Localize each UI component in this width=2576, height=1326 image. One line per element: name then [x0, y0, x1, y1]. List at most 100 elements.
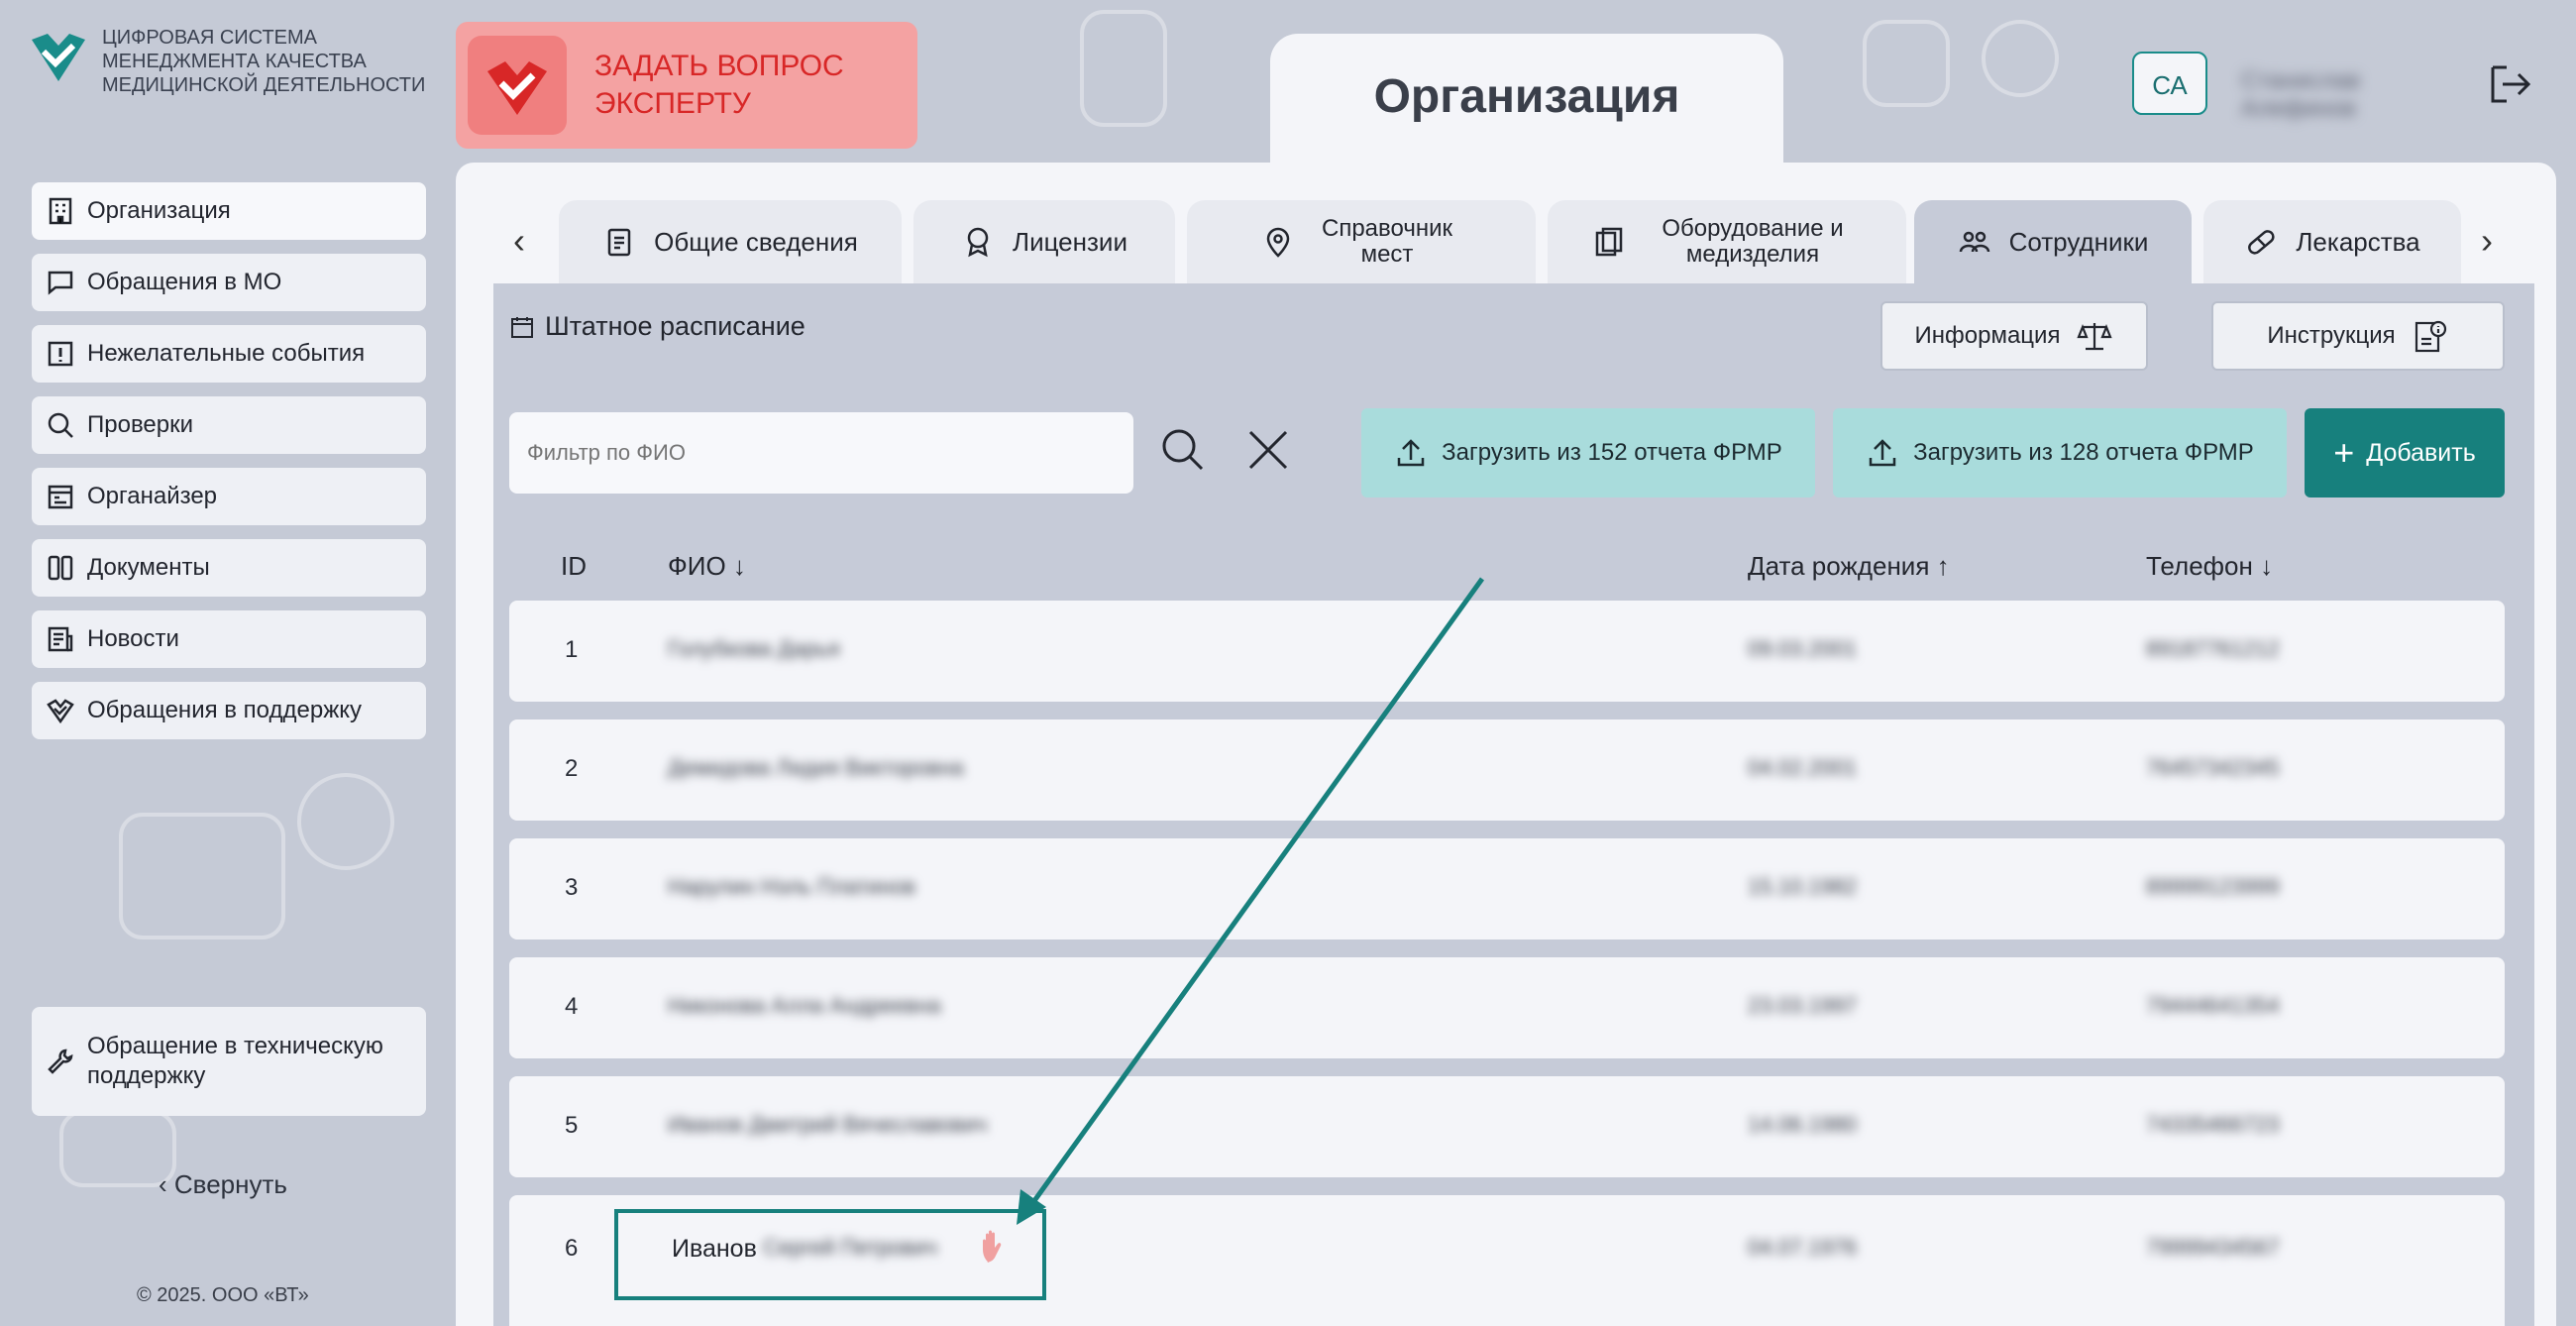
- add-label: Добавить: [2366, 438, 2476, 467]
- clipboard-icon: [607, 228, 631, 257]
- news-icon: [48, 626, 73, 652]
- row-phone: 89999123999: [2146, 874, 2280, 899]
- column-header-id: ID: [561, 551, 587, 581]
- calendar-icon: [511, 316, 533, 338]
- staff-schedule-link[interactable]: Штатное расписание: [509, 311, 805, 342]
- sidebar-item-support-appeals[interactable]: Обращения в поддержку: [32, 682, 426, 739]
- tab-label: Лицензии: [1013, 226, 1127, 257]
- row-id: 4: [565, 993, 579, 1020]
- sidebar-item-label: Обращения в поддержку: [87, 697, 363, 723]
- search-icon: [48, 412, 73, 438]
- calendar-icon: [48, 485, 73, 509]
- column-header-phone[interactable]: Телефон ↓: [2146, 551, 2273, 582]
- collapse-button[interactable]: ‹ Свернуть: [159, 1169, 287, 1200]
- row-dob: 09.03.2001: [1748, 636, 1858, 661]
- chat-icon: [48, 271, 73, 295]
- background-doodle: [297, 773, 394, 870]
- copyright: © 2025. ООО «ВТ»: [137, 1284, 309, 1306]
- row-fio: Никонова Алла Андреевна: [668, 993, 941, 1018]
- sidebar-item-label: Организация: [87, 197, 231, 224]
- scales-icon: [2077, 323, 2113, 351]
- document-info-icon: [2415, 320, 2446, 353]
- annotation-arrow: [1017, 577, 1485, 1225]
- row-phone: 79999434567: [2146, 1235, 2280, 1260]
- plus-icon: +: [2333, 432, 2355, 473]
- sidebar-item-label: Обращения в МО: [87, 269, 282, 295]
- info-button[interactable]: Информация: [1880, 301, 2148, 371]
- row-fio: Голубкова Дарья: [668, 636, 840, 661]
- tab-medicines[interactable]: Лекарства: [2203, 200, 2461, 283]
- tabs-scroll-right-icon[interactable]: ›: [2481, 220, 2493, 262]
- user-name: Станислав Алефинов: [2241, 67, 2361, 122]
- heart-check-icon: [47, 699, 74, 724]
- background-doodle: [1863, 20, 1950, 107]
- row-phone: 79444641354: [2146, 993, 2280, 1018]
- sidebar-item-appeals-mo[interactable]: Обращения в МО: [32, 254, 426, 311]
- fio-filter-input[interactable]: [509, 412, 1133, 494]
- instruction-label: Инструкция: [2267, 322, 2396, 349]
- table-row[interactable]: 4 Никонова Алла Андреевна 23.03.1997 794…: [509, 957, 2505, 1058]
- add-employee-button[interactable]: + Добавить: [2305, 408, 2505, 497]
- upload-152-label: Загрузить из 152 отчета ФРМР: [1442, 439, 1782, 466]
- row-fio: Нарулин Нэль Платинов: [668, 874, 915, 899]
- close-icon[interactable]: [1242, 424, 1294, 476]
- hand-icon: [983, 1230, 1002, 1263]
- row-id: 5: [565, 1112, 579, 1139]
- sidebar-item-organization[interactable]: Организация: [32, 182, 426, 240]
- tabs-scroll-left-icon[interactable]: ‹: [513, 220, 525, 262]
- heart-check-icon: [468, 36, 567, 135]
- alert-icon: [48, 341, 73, 367]
- sidebar-item-adverse-events[interactable]: Нежелательные события: [32, 325, 426, 383]
- sidebar-item-label: Новости: [87, 625, 179, 652]
- background-doodle: [119, 813, 285, 939]
- chevron-left-icon: ‹: [159, 1169, 174, 1199]
- sidebar-item-news[interactable]: Новости: [32, 610, 426, 668]
- users-icon: [1959, 231, 1989, 253]
- tab-general[interactable]: Общие сведения: [559, 200, 902, 283]
- row-dob: 04.02.2001: [1748, 755, 1858, 780]
- row-id: 6: [565, 1235, 579, 1262]
- row-id: 1: [565, 636, 579, 663]
- column-header-fio[interactable]: ФИО ↓: [668, 551, 746, 582]
- background-doodle: [1982, 20, 2059, 97]
- row-phone: 89187761212: [2146, 636, 2280, 661]
- sidebar-item-inspections[interactable]: Проверки: [32, 396, 426, 454]
- equipment-icon: [1595, 227, 1623, 257]
- logo-text: Цифровая система менеджмента качества ме…: [102, 27, 426, 96]
- sidebar-item-label: Нежелательные события: [87, 340, 366, 367]
- row-id: 2: [565, 755, 579, 782]
- upload-152-button[interactable]: Загрузить из 152 отчета ФРМР: [1361, 408, 1815, 497]
- search-icon[interactable]: [1157, 424, 1209, 476]
- sidebar-item-documents[interactable]: Документы: [32, 539, 426, 597]
- row-dob: 15.10.1982: [1748, 874, 1858, 899]
- avatar[interactable]: СА: [2132, 52, 2207, 115]
- pill-icon: [2248, 230, 2275, 255]
- documents-icon: [48, 555, 73, 581]
- sidebar-item-label: Органайзер: [87, 483, 218, 509]
- table-row[interactable]: 5 Иванов Дмитрий Вячеславович 14.06.1980…: [509, 1076, 2505, 1177]
- instruction-button[interactable]: Инструкция: [2211, 301, 2505, 371]
- ask-expert-button[interactable]: ЗАДАТЬ ВОПРОС ЭКСПЕРТУ: [456, 22, 917, 149]
- column-header-dob[interactable]: Дата рождения ↑: [1748, 551, 1950, 582]
- table-row[interactable]: 1 Голубкова Дарья 09.03.2001 89187761212: [509, 601, 2505, 702]
- row-phone: 74335466723: [2146, 1112, 2280, 1137]
- row-phone: 76457342345: [2146, 755, 2280, 780]
- table-row[interactable]: 3 Нарулин Нэль Платинов 15.10.1982 89999…: [509, 838, 2505, 939]
- collapse-label: Свернуть: [173, 1169, 287, 1199]
- tab-label: Лекарства: [2296, 226, 2420, 257]
- table-row[interactable]: 2 Демидова Лидия Викторовна 04.02.2001 7…: [509, 719, 2505, 821]
- tab-employees[interactable]: Сотрудники: [1914, 200, 2192, 283]
- wrench-icon: [48, 1049, 73, 1074]
- tab-equipment[interactable]: Оборудование и медизделия: [1548, 200, 1906, 283]
- sidebar-item-organizer[interactable]: Органайзер: [32, 468, 426, 525]
- sidebar-item-tech-support[interactable]: Обращение в техническую поддержку: [32, 1007, 426, 1116]
- tab-places[interactable]: Справочник мест: [1187, 200, 1536, 283]
- tab-label: Оборудование и медизделия: [1662, 215, 1844, 268]
- sidebar-item-label: Проверки: [87, 411, 194, 438]
- tab-licenses[interactable]: Лицензии: [913, 200, 1175, 283]
- page-title-tab: Организация: [1270, 34, 1783, 172]
- tab-label: Справочник мест: [1322, 215, 1452, 268]
- logout-icon[interactable]: [2485, 59, 2534, 109]
- upload-128-button[interactable]: Загрузить из 128 отчета ФРМР: [1833, 408, 2287, 497]
- background-doodle: [1080, 10, 1167, 127]
